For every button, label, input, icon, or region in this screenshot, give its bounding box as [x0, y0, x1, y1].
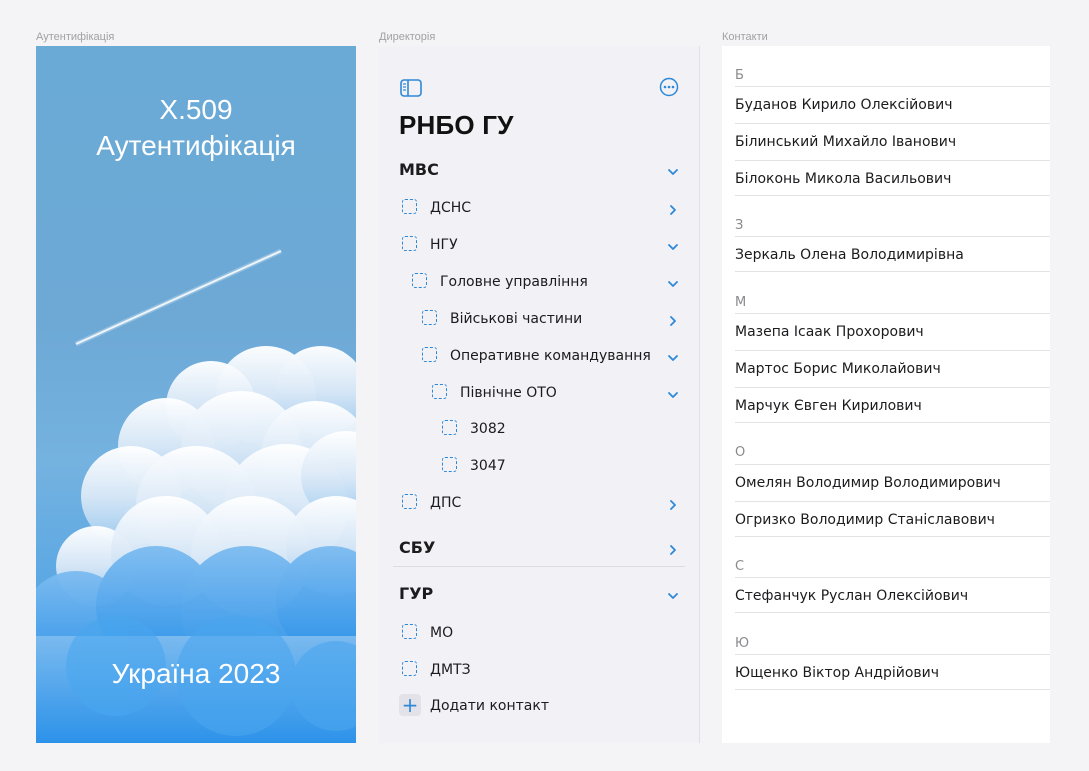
group-label: СБУ	[399, 538, 436, 557]
unit-icon	[432, 384, 447, 399]
tree-item-main-directorate[interactable]: Головне управління	[379, 264, 699, 300]
unit-icon	[442, 420, 457, 435]
auth-title-line1: X.509	[159, 94, 233, 125]
tree-item-label: ДСНС	[430, 200, 472, 216]
tree-item-label: Військові частини	[450, 311, 583, 327]
tree-item-label: ДМТЗ	[430, 662, 471, 678]
directory-panel-caption: Директорія	[379, 31, 436, 43]
auth-panel: X.509 Аутентифікація Україна 2023	[36, 46, 356, 743]
tree-item-dps[interactable]: ДПС	[379, 485, 699, 521]
unit-icon	[422, 310, 437, 325]
chevron-right-icon	[667, 312, 679, 331]
auth-panel-caption: Аутентифікація	[36, 31, 115, 43]
tree-item-label: 3082	[470, 421, 506, 437]
contact-row[interactable]: Буданов Кирило Олексійович	[735, 86, 1050, 122]
tree-item-label: Оперативне командування	[450, 348, 651, 364]
unit-icon	[402, 624, 417, 639]
chevron-right-icon	[667, 201, 679, 220]
contacts-panel: Б Буданов Кирило Олексійович Білинський …	[722, 46, 1050, 743]
tree-item-dsns[interactable]: ДСНС	[379, 190, 699, 226]
directory-title: РНБО ГУ	[399, 110, 514, 140]
unit-icon	[402, 199, 417, 214]
tree-item-label: НГУ	[430, 237, 458, 253]
auth-footer: Україна 2023	[111, 658, 281, 689]
tree-item-3082[interactable]: 3082	[379, 411, 699, 447]
tree-item-label: Північне ОТО	[460, 385, 557, 401]
sidebar-toggle-icon[interactable]	[400, 79, 422, 101]
section-letter: С	[735, 559, 745, 574]
group-label: МВС	[399, 160, 439, 179]
group-gur[interactable]: ГУР	[379, 576, 699, 612]
add-contact-button[interactable]: + Додати контакт	[379, 688, 699, 724]
chevron-right-icon	[667, 541, 679, 560]
contact-row[interactable]: Огризко Володимир Станіславович	[735, 501, 1050, 537]
contacts-panel-caption: Контакти	[722, 31, 768, 43]
tree-item-3047[interactable]: 3047	[379, 448, 699, 484]
unit-icon	[402, 236, 417, 251]
auth-title-line2: Аутентифікація	[96, 130, 296, 161]
contact-row[interactable]: Омелян Володимир Володимирович	[735, 464, 1050, 500]
unit-icon	[402, 661, 417, 676]
chevron-down-icon	[667, 238, 679, 257]
tree-item-ngu[interactable]: НГУ	[379, 227, 699, 263]
contact-row[interactable]: Мартос Борис Миколайович	[735, 350, 1050, 386]
group-label: ГУР	[399, 584, 434, 603]
contact-row[interactable]: Зеркаль Олена Володимирівна	[735, 236, 1050, 272]
chevron-right-icon	[667, 496, 679, 515]
tree-item-north-oto[interactable]: Північне ОТО	[379, 375, 699, 411]
unit-icon	[422, 347, 437, 362]
contact-row[interactable]: Мазепа Ісаак Прохорович	[735, 313, 1050, 349]
group-sbu[interactable]: СБУ	[379, 530, 699, 566]
unit-icon	[412, 273, 427, 288]
tree-item-dmtz[interactable]: ДМТЗ	[379, 652, 699, 688]
tree-item-label: МО	[430, 625, 454, 641]
tree-item-mo[interactable]: МО	[379, 615, 699, 651]
section-letter: Б	[735, 68, 744, 83]
divider	[393, 566, 685, 567]
section-letter: Ю	[735, 636, 750, 651]
tree-item-military-units[interactable]: Військові частини	[379, 301, 699, 337]
more-options-icon[interactable]	[659, 77, 679, 101]
add-contact-label: Додати контакт	[430, 698, 549, 714]
directory-panel: РНБО ГУ МВС ДСНС НГУ Головне управління …	[379, 46, 700, 743]
contact-row[interactable]: Білинський Михайло Іванович	[735, 123, 1050, 159]
chevron-down-icon	[667, 349, 679, 368]
section-letter: О	[735, 445, 746, 460]
tree-item-label: 3047	[470, 458, 506, 474]
unit-icon	[442, 457, 457, 472]
group-mvs[interactable]: МВС	[379, 152, 699, 188]
tree-item-operational-command[interactable]: Оперативне командування	[379, 338, 699, 374]
chevron-down-icon	[667, 275, 679, 294]
unit-icon	[402, 494, 417, 509]
chevron-down-icon	[667, 163, 679, 182]
contact-row[interactable]: Білоконь Микола Васильович	[735, 160, 1050, 196]
section-letter: З	[735, 218, 744, 233]
tree-item-label: Головне управління	[440, 274, 588, 290]
tree-item-label: ДПС	[430, 495, 462, 511]
section-letter: М	[735, 295, 747, 310]
plus-icon: +	[399, 694, 421, 716]
chevron-down-icon	[667, 587, 679, 606]
contact-row[interactable]: Стефанчук Руслан Олексійович	[735, 577, 1050, 613]
chevron-down-icon	[667, 386, 679, 405]
contact-row[interactable]: Марчук Євген Кирилович	[735, 387, 1050, 423]
contact-row[interactable]: Ющенко Віктор Андрійович	[735, 654, 1050, 690]
